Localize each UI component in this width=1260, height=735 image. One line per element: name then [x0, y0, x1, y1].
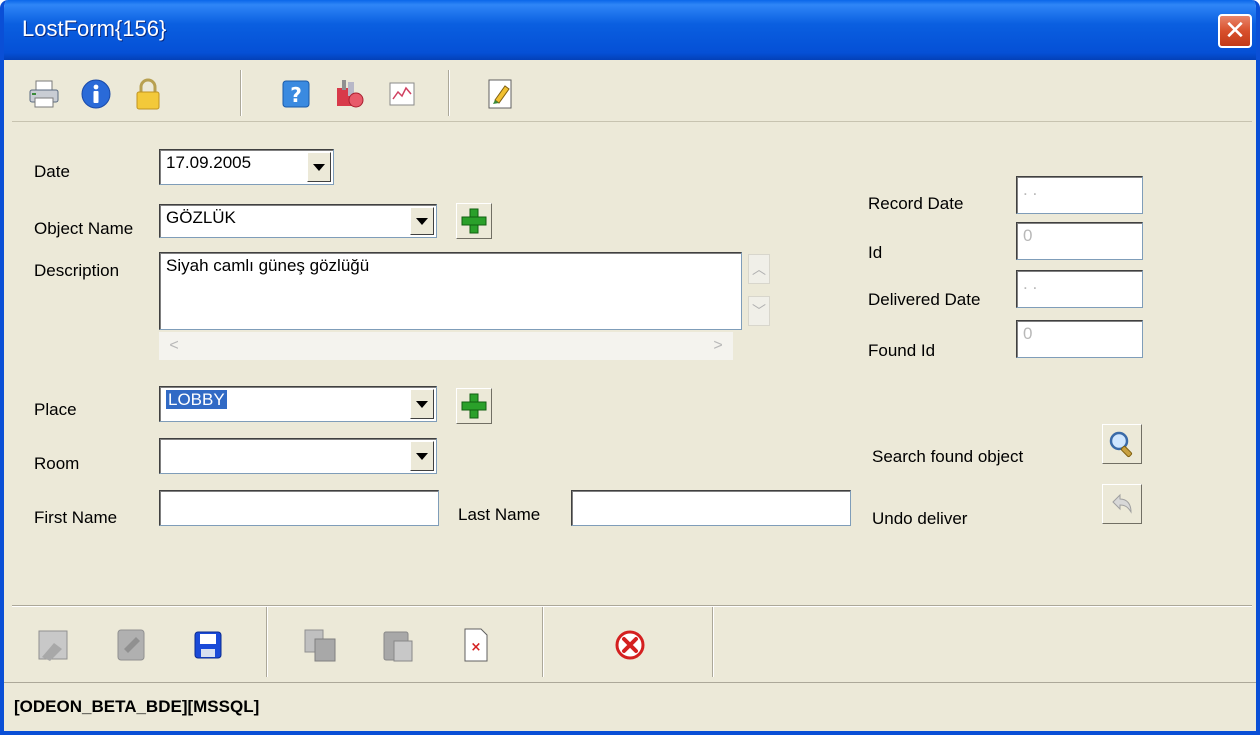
help-icon: ?	[282, 80, 310, 108]
first-name-input[interactable]	[159, 490, 439, 526]
toolbar-separator	[712, 607, 714, 677]
print-button[interactable]	[26, 76, 62, 112]
last-name-input[interactable]	[571, 490, 851, 526]
id-value: 0	[1023, 226, 1033, 245]
edit-record-icon	[117, 629, 145, 661]
save-button[interactable]	[186, 623, 230, 667]
info-button[interactable]	[78, 76, 114, 112]
first-name-label: First Name	[34, 508, 118, 527]
room-label: Room	[34, 454, 80, 473]
copy-button[interactable]	[298, 623, 342, 667]
last-name-label: Last Name	[458, 505, 541, 524]
tools-button[interactable]	[332, 76, 368, 112]
add-object-name-button[interactable]	[456, 203, 492, 239]
svg-text:×: ×	[471, 640, 482, 655]
delivered-date-label: Delivered Date	[868, 290, 981, 309]
id-field[interactable]: 0	[1016, 222, 1143, 260]
close-button[interactable]: ✕	[1218, 14, 1252, 48]
window-title: LostForm{156}	[22, 16, 167, 41]
toolbar-separator	[542, 607, 544, 677]
date-picker[interactable]: 17.09.2005	[159, 149, 334, 185]
title-bar[interactable]: LostForm{156} ✕	[4, 0, 1256, 60]
date-label: Date	[34, 162, 70, 181]
room-dropdown-arrow[interactable]	[410, 441, 434, 471]
new-record-icon	[38, 630, 68, 661]
delivered-date-value: . .	[1023, 274, 1038, 293]
cancel-icon	[615, 630, 645, 660]
place-label: Place	[34, 400, 77, 419]
description-textarea[interactable]: Siyah camlı güneş gözlüğü	[159, 252, 742, 330]
date-dropdown-arrow[interactable]	[307, 152, 331, 182]
cancel-button[interactable]	[608, 623, 652, 667]
paste-icon	[383, 631, 413, 662]
toolbar-separator	[240, 70, 242, 116]
delete-button[interactable]: ×	[454, 623, 498, 667]
help-button[interactable]: ?	[278, 76, 314, 112]
tools-icon	[337, 80, 364, 108]
chevron-left-icon[interactable]: <	[163, 336, 185, 356]
add-place-button[interactable]	[456, 388, 492, 424]
found-id-label: Found Id	[868, 341, 936, 360]
edit-document-button[interactable]	[482, 76, 518, 112]
chevron-up-icon: ︿	[752, 261, 766, 277]
place-value: LOBBY	[166, 390, 227, 409]
printer-icon	[29, 80, 59, 108]
description-value: Siyah camlı güneş gözlüğü	[166, 256, 370, 275]
edit-record-button[interactable]	[110, 623, 154, 667]
chevron-right-icon[interactable]: >	[707, 336, 729, 356]
plus-icon	[461, 393, 487, 419]
description-scroll-down[interactable]: ﹀	[748, 296, 770, 326]
bottom-toolbar: ×	[12, 606, 1252, 677]
record-date-value: . .	[1023, 180, 1038, 199]
object-name-value: GÖZLÜK	[166, 208, 236, 227]
room-combo[interactable]	[159, 438, 437, 474]
chevron-down-icon: ﹀	[752, 303, 766, 319]
place-combo[interactable]: LOBBY	[159, 386, 437, 422]
lock-icon	[136, 78, 160, 110]
paste-button[interactable]	[376, 623, 420, 667]
record-date-label: Record Date	[868, 194, 964, 213]
description-scroll-up[interactable]: ︿	[748, 254, 770, 284]
object-name-label: Object Name	[34, 219, 134, 238]
delivered-date-field[interactable]: . .	[1016, 270, 1143, 308]
toolbar-separator	[266, 607, 268, 677]
delete-icon: ×	[464, 628, 488, 662]
search-found-object-button[interactable]	[1102, 424, 1142, 464]
status-text: [ODEON_BETA_BDE][MSSQL]	[14, 697, 260, 716]
found-id-value: 0	[1023, 324, 1033, 343]
save-icon	[194, 631, 222, 659]
undo-deliver-button[interactable]	[1102, 484, 1142, 524]
status-bar: [ODEON_BETA_BDE][MSSQL]	[4, 682, 1256, 731]
date-value: 17.09.2005	[166, 153, 252, 172]
top-toolbar: ?	[12, 64, 1252, 122]
info-icon	[81, 79, 111, 109]
chart-icon	[389, 82, 415, 106]
magnifier-icon	[1109, 431, 1133, 458]
close-icon: ✕	[1224, 15, 1246, 45]
svg-text:?: ?	[290, 83, 302, 107]
place-dropdown-arrow[interactable]	[410, 389, 434, 419]
id-label: Id	[868, 243, 883, 262]
description-hscrollbar[interactable]: < >	[159, 332, 733, 360]
plus-icon	[461, 208, 487, 234]
record-date-field[interactable]: . .	[1016, 176, 1143, 214]
found-id-field[interactable]: 0	[1016, 320, 1143, 358]
chart-button[interactable]	[384, 76, 420, 112]
search-found-label: Search found object	[872, 447, 1024, 466]
lost-form-window: LostForm{156} ✕ ? Date 17.09.2005 Object…	[0, 0, 1260, 735]
undo-deliver-label: Undo deliver	[872, 509, 968, 528]
lock-button[interactable]	[130, 76, 166, 112]
new-record-button[interactable]	[32, 623, 76, 667]
object-name-combo[interactable]: GÖZLÜK	[159, 204, 437, 238]
copy-icon	[304, 629, 336, 662]
undo-arrow-icon	[1112, 493, 1132, 514]
edit-document-icon	[488, 79, 512, 109]
description-label: Description	[34, 261, 120, 280]
toolbar-separator	[448, 70, 450, 116]
object-name-dropdown-arrow[interactable]	[410, 207, 434, 235]
